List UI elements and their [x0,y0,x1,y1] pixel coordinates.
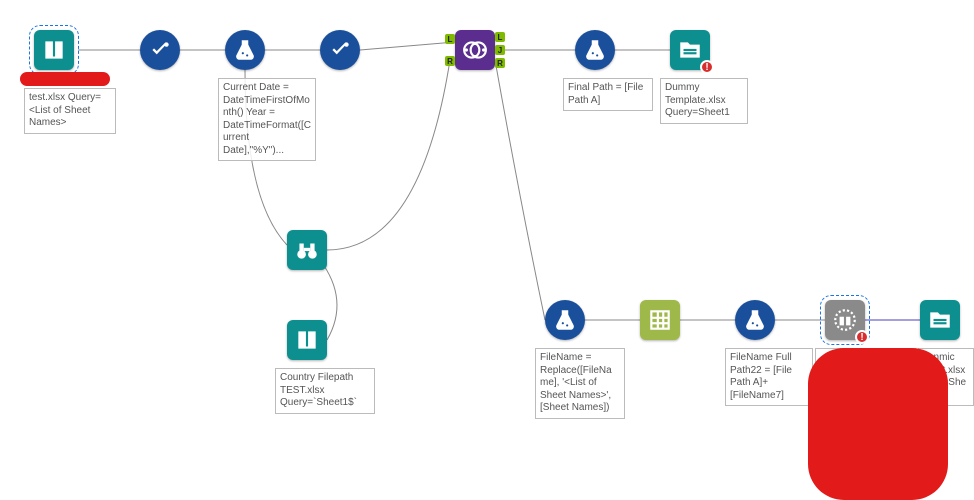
formula-2-annotation: Final Path = [File Path A] [563,78,653,111]
book-icon [294,327,320,353]
join-port-join-out: J [495,45,505,55]
select-tool-1[interactable] [140,30,180,70]
formula-4-annotation: FileName Full Path22 = [File Path A]+[Fi… [725,348,813,406]
join-port-left-in: L [445,34,455,44]
join-port-right-in: R [445,56,455,66]
error-badge-icon: ! [855,330,869,344]
join-port-left-out: L [495,32,505,42]
flask-icon [552,307,578,333]
check-icon [147,37,173,63]
input-2-annotation: Country Filepath TEST.xlsx Query=`Sheet1… [275,368,375,414]
crosstab-tool[interactable] [640,300,680,340]
gear-book-icon [832,307,858,333]
input-data-tool-1[interactable] [34,30,74,70]
input-data-tool-2[interactable] [287,320,327,360]
flask-icon [232,37,258,63]
flask-icon [742,307,768,333]
find-replace-tool[interactable] [287,230,327,270]
formula-3-annotation: FileName = Replace([FileName], '<List of… [535,348,625,419]
input-1-annotation: test.xlsx Query=<List of Sheet Names> [24,88,116,134]
binoculars-icon [294,237,320,263]
folder-icon [927,307,953,333]
error-badge-icon: ! [700,60,714,74]
flask-icon [582,37,608,63]
select-tool-2[interactable] [320,30,360,70]
formula-tool-3[interactable] [545,300,585,340]
output-2-annotation: yanmic utput.xlsx uery=Shee [918,348,974,406]
redaction-mark [20,72,110,86]
macro-annotation [815,348,911,364]
formula-tool-2[interactable] [575,30,615,70]
join-port-right-out: R [495,58,505,68]
grid-icon [647,307,673,333]
macro-tool[interactable]: ! [825,300,865,340]
book-icon [41,37,67,63]
formula-tool-1[interactable] [225,30,265,70]
output-data-tool-2[interactable] [920,300,960,340]
formula-tool-4[interactable] [735,300,775,340]
output-1-annotation: Dummy Template.xlsx Query=Sheet1 [660,78,748,124]
join-icon [462,37,488,63]
output-data-tool-1[interactable]: ! [670,30,710,70]
formula-1-annotation: Current Date = DateTimeFirstOfMonth() Ye… [218,78,316,161]
check-icon [327,37,353,63]
folder-icon [677,37,703,63]
join-tool[interactable]: L R L J R [455,30,495,70]
